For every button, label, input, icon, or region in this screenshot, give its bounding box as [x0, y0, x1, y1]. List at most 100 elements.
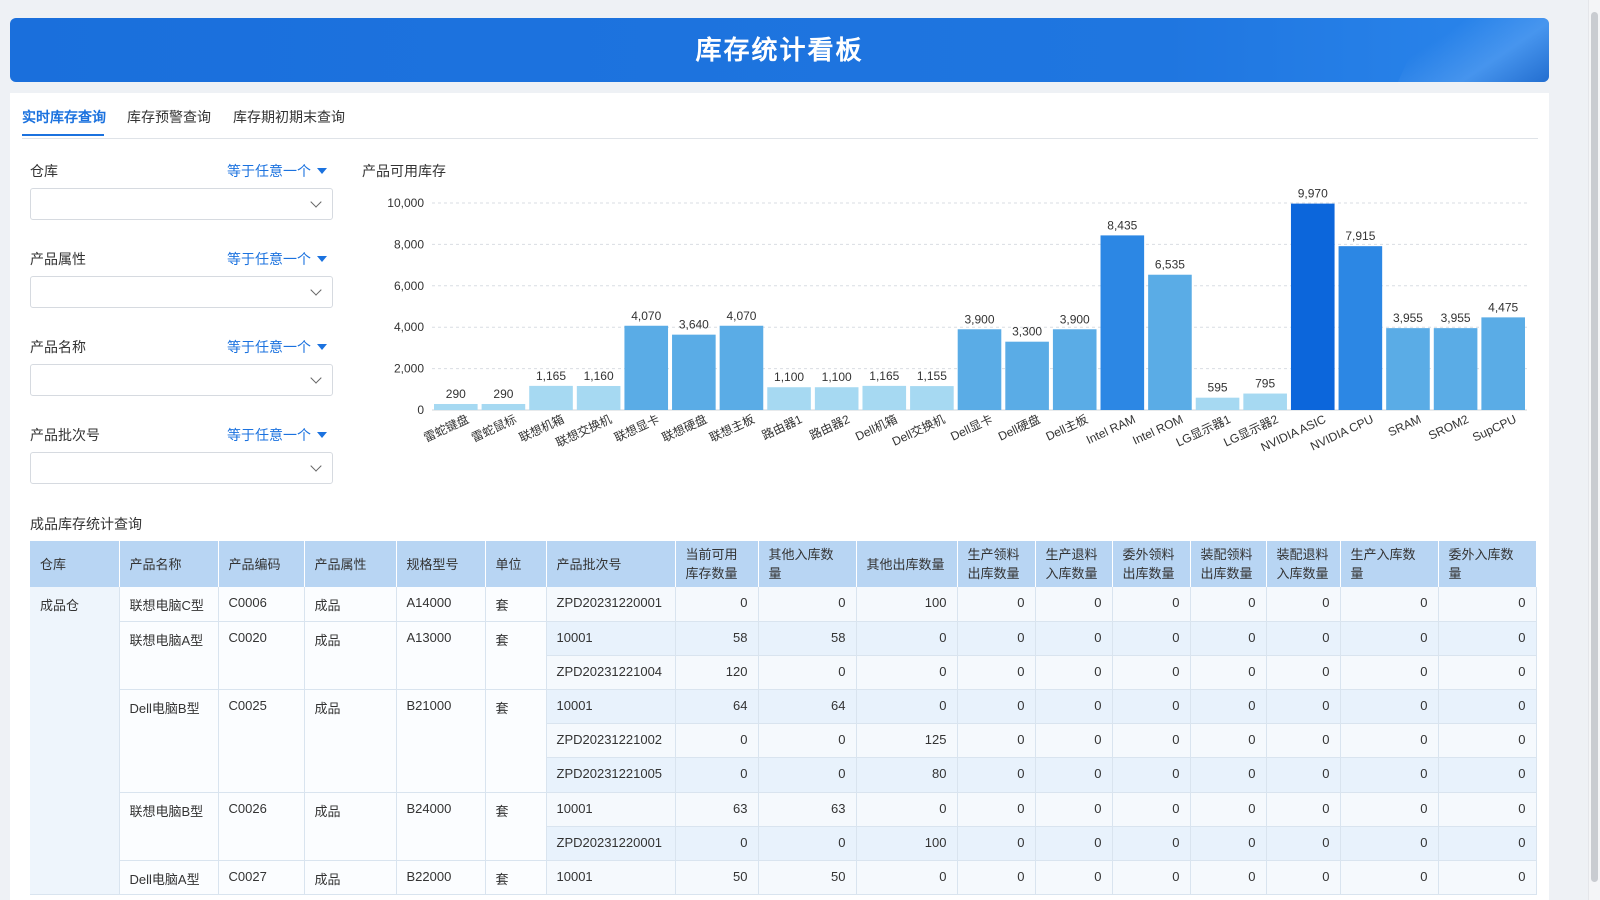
column-header[interactable]: 委外领料出库数量: [1112, 541, 1191, 587]
quantity-cell: 0: [1190, 621, 1267, 656]
caret-down-icon: [317, 344, 327, 350]
column-header[interactable]: 委外入库数量: [1438, 541, 1537, 587]
scrollbar-thumb[interactable]: [1591, 12, 1598, 882]
tab-inventory-warning[interactable]: 库存预警查询: [127, 107, 211, 127]
y-tick-label: 6,000: [394, 279, 424, 293]
bar: [767, 387, 811, 410]
quantity-cell: 0: [1112, 655, 1191, 691]
table-row[interactable]: 联想电脑B型 C0026 成品 B24000 套 10001 63 63 0 0 0 0 0 0 0 0: [30, 792, 1537, 862]
bar: [814, 387, 859, 410]
quantity-cell: 0: [1340, 621, 1439, 656]
warehouse-select[interactable]: [30, 188, 333, 220]
bar-value-label: 3,955: [1441, 311, 1471, 325]
quantity-cell: 0: [1266, 655, 1341, 691]
quantity-cell: 0: [675, 587, 759, 622]
column-header[interactable]: 生产退料入库数量: [1035, 541, 1113, 587]
product-batch-select[interactable]: [30, 452, 333, 484]
quantity-cell: 0: [758, 587, 857, 622]
bar: [1338, 246, 1383, 410]
y-tick-label: 4,000: [394, 320, 424, 334]
bar: [1100, 235, 1145, 410]
filter-operator-dropdown[interactable]: 等于任意一个: [227, 425, 327, 445]
column-header[interactable]: 其他出库数量: [856, 541, 958, 587]
quantity-cell: 64: [758, 689, 857, 725]
product-attr-cell: 成品: [304, 621, 397, 691]
tab-realtime-inventory[interactable]: 实时库存查询: [22, 107, 106, 127]
batch-cell: ZPD20231221005: [546, 757, 676, 793]
product-name-cell: Dell电脑A型: [119, 860, 219, 896]
quantity-cell: 0: [675, 723, 759, 759]
column-header[interactable]: 装配退料入库数量: [1266, 541, 1341, 587]
table-row[interactable]: Dell电脑A型 C0027 成品 B22000 套 10001 50 50 0 0 0 0 0 0 0 0: [30, 860, 1537, 896]
column-header[interactable]: 生产领料出库数量: [957, 541, 1036, 587]
chevron-down-icon: [310, 372, 322, 384]
bar: [1433, 328, 1478, 410]
quantity-cell: 0: [957, 587, 1036, 622]
column-header[interactable]: 单位: [485, 541, 547, 587]
bar-value-label: 3,900: [964, 312, 994, 326]
product-name-cell: 联想电脑B型: [119, 792, 219, 862]
product-name-select[interactable]: [30, 364, 333, 396]
column-header[interactable]: 装配领料出库数量: [1190, 541, 1267, 587]
quantity-cell: 0: [957, 655, 1036, 691]
quantity-cell: 100: [856, 826, 958, 862]
filter-label: 仓库: [30, 163, 58, 179]
chart-title: 产品可用库存: [362, 163, 446, 179]
quantity-cell: 0: [1266, 587, 1341, 622]
table-row[interactable]: Dell电脑B型 C0025 成品 B21000 套 10001 64 64 0 0 0 0 0 0 0 0: [30, 689, 1537, 793]
filter-operator-dropdown[interactable]: 等于任意一个: [227, 161, 327, 181]
bar-value-label: 3,900: [1060, 312, 1090, 326]
quantity-cell: 0: [957, 621, 1036, 656]
quantity-cell: 58: [675, 621, 759, 656]
dashboard-card: 实时库存查询 库存预警查询 库存期初期末查询 仓库 等于任意一个 产品属性 等于…: [10, 93, 1549, 900]
quantity-cell: 0: [957, 860, 1036, 896]
bar-value-label: 795: [1255, 377, 1275, 391]
quantity-cell: 0: [675, 757, 759, 793]
quantity-cell: 0: [957, 826, 1036, 862]
table-row[interactable]: 联想电脑A型 C0020 成品 A13000 套 10001 58 58 0 0 0 0 0 0 0 0: [30, 621, 1537, 691]
quantity-cell: 0: [1190, 587, 1267, 622]
product-code-cell: C0006: [218, 587, 305, 622]
quantity-cell: 0: [675, 826, 759, 862]
x-tick-label: 雷蛇键盘: [421, 411, 471, 445]
column-header[interactable]: 仓库: [30, 541, 120, 587]
quantity-cell: 0: [1266, 723, 1341, 759]
page-scrollbar[interactable]: [1588, 0, 1600, 900]
table-row[interactable]: 成品仓 联想电脑C型 C0006 成品 A14000 套 ZPD20231220001 0 0 1…: [30, 587, 1537, 896]
column-header[interactable]: 其他入库数量: [758, 541, 857, 587]
column-header[interactable]: 产品批次号: [546, 541, 676, 587]
table-header-row: 仓库 产品名称 产品编码 产品属性 规格型号 单位 产品批次号 当前可用库存数量 其他入库数量其…: [30, 541, 1537, 587]
quantity-cell: 0: [1340, 689, 1439, 725]
quantity-cell: 0: [1266, 860, 1341, 896]
inventory-table-container[interactable]: 仓库 产品名称 产品编码 产品属性 规格型号 单位 产品批次号 当前可用库存数量 其他入库数量其…: [30, 541, 1540, 900]
inventory-bar-chart: 02,0004,0006,0008,00010,000290雷蛇键盘290雷蛇鼠…: [387, 187, 1527, 454]
filter-operator-dropdown[interactable]: 等于任意一个: [227, 249, 327, 269]
product-name-cell: 联想电脑C型: [119, 587, 219, 622]
batch-cell: ZPD20231220001: [546, 826, 676, 862]
column-header[interactable]: 产品编码: [218, 541, 305, 587]
table-title: 成品库存统计查询: [30, 516, 142, 532]
unit-cell: 套: [485, 860, 547, 896]
y-tick-label: 10,000: [387, 196, 424, 210]
quantity-cell: 125: [856, 723, 958, 759]
quantity-cell: 0: [1438, 723, 1537, 759]
column-header[interactable]: 产品名称: [119, 541, 219, 587]
quantity-cell: 0: [1266, 826, 1341, 862]
product-name-cell: 联想电脑A型: [119, 621, 219, 691]
bar: [1005, 341, 1049, 410]
product-attr-cell: 成品: [304, 587, 397, 622]
quantity-cell: 0: [1190, 860, 1267, 896]
quantity-cell: 0: [1438, 757, 1537, 793]
quantity-cell: 0: [1438, 689, 1537, 725]
column-header[interactable]: 产品属性: [304, 541, 397, 587]
product-attribute-select[interactable]: [30, 276, 333, 308]
filter-operator-dropdown[interactable]: 等于任意一个: [227, 337, 327, 357]
column-header[interactable]: 当前可用库存数量: [675, 541, 759, 587]
batch-cell: 10001: [546, 689, 676, 725]
quantity-cell: 0: [1340, 757, 1439, 793]
bar-value-label: 1,100: [774, 370, 804, 384]
tab-inventory-period[interactable]: 库存期初期末查询: [233, 107, 345, 127]
column-header[interactable]: 生产入库数量: [1340, 541, 1439, 587]
column-header[interactable]: 规格型号: [396, 541, 486, 587]
quantity-cell: 0: [1112, 587, 1191, 622]
